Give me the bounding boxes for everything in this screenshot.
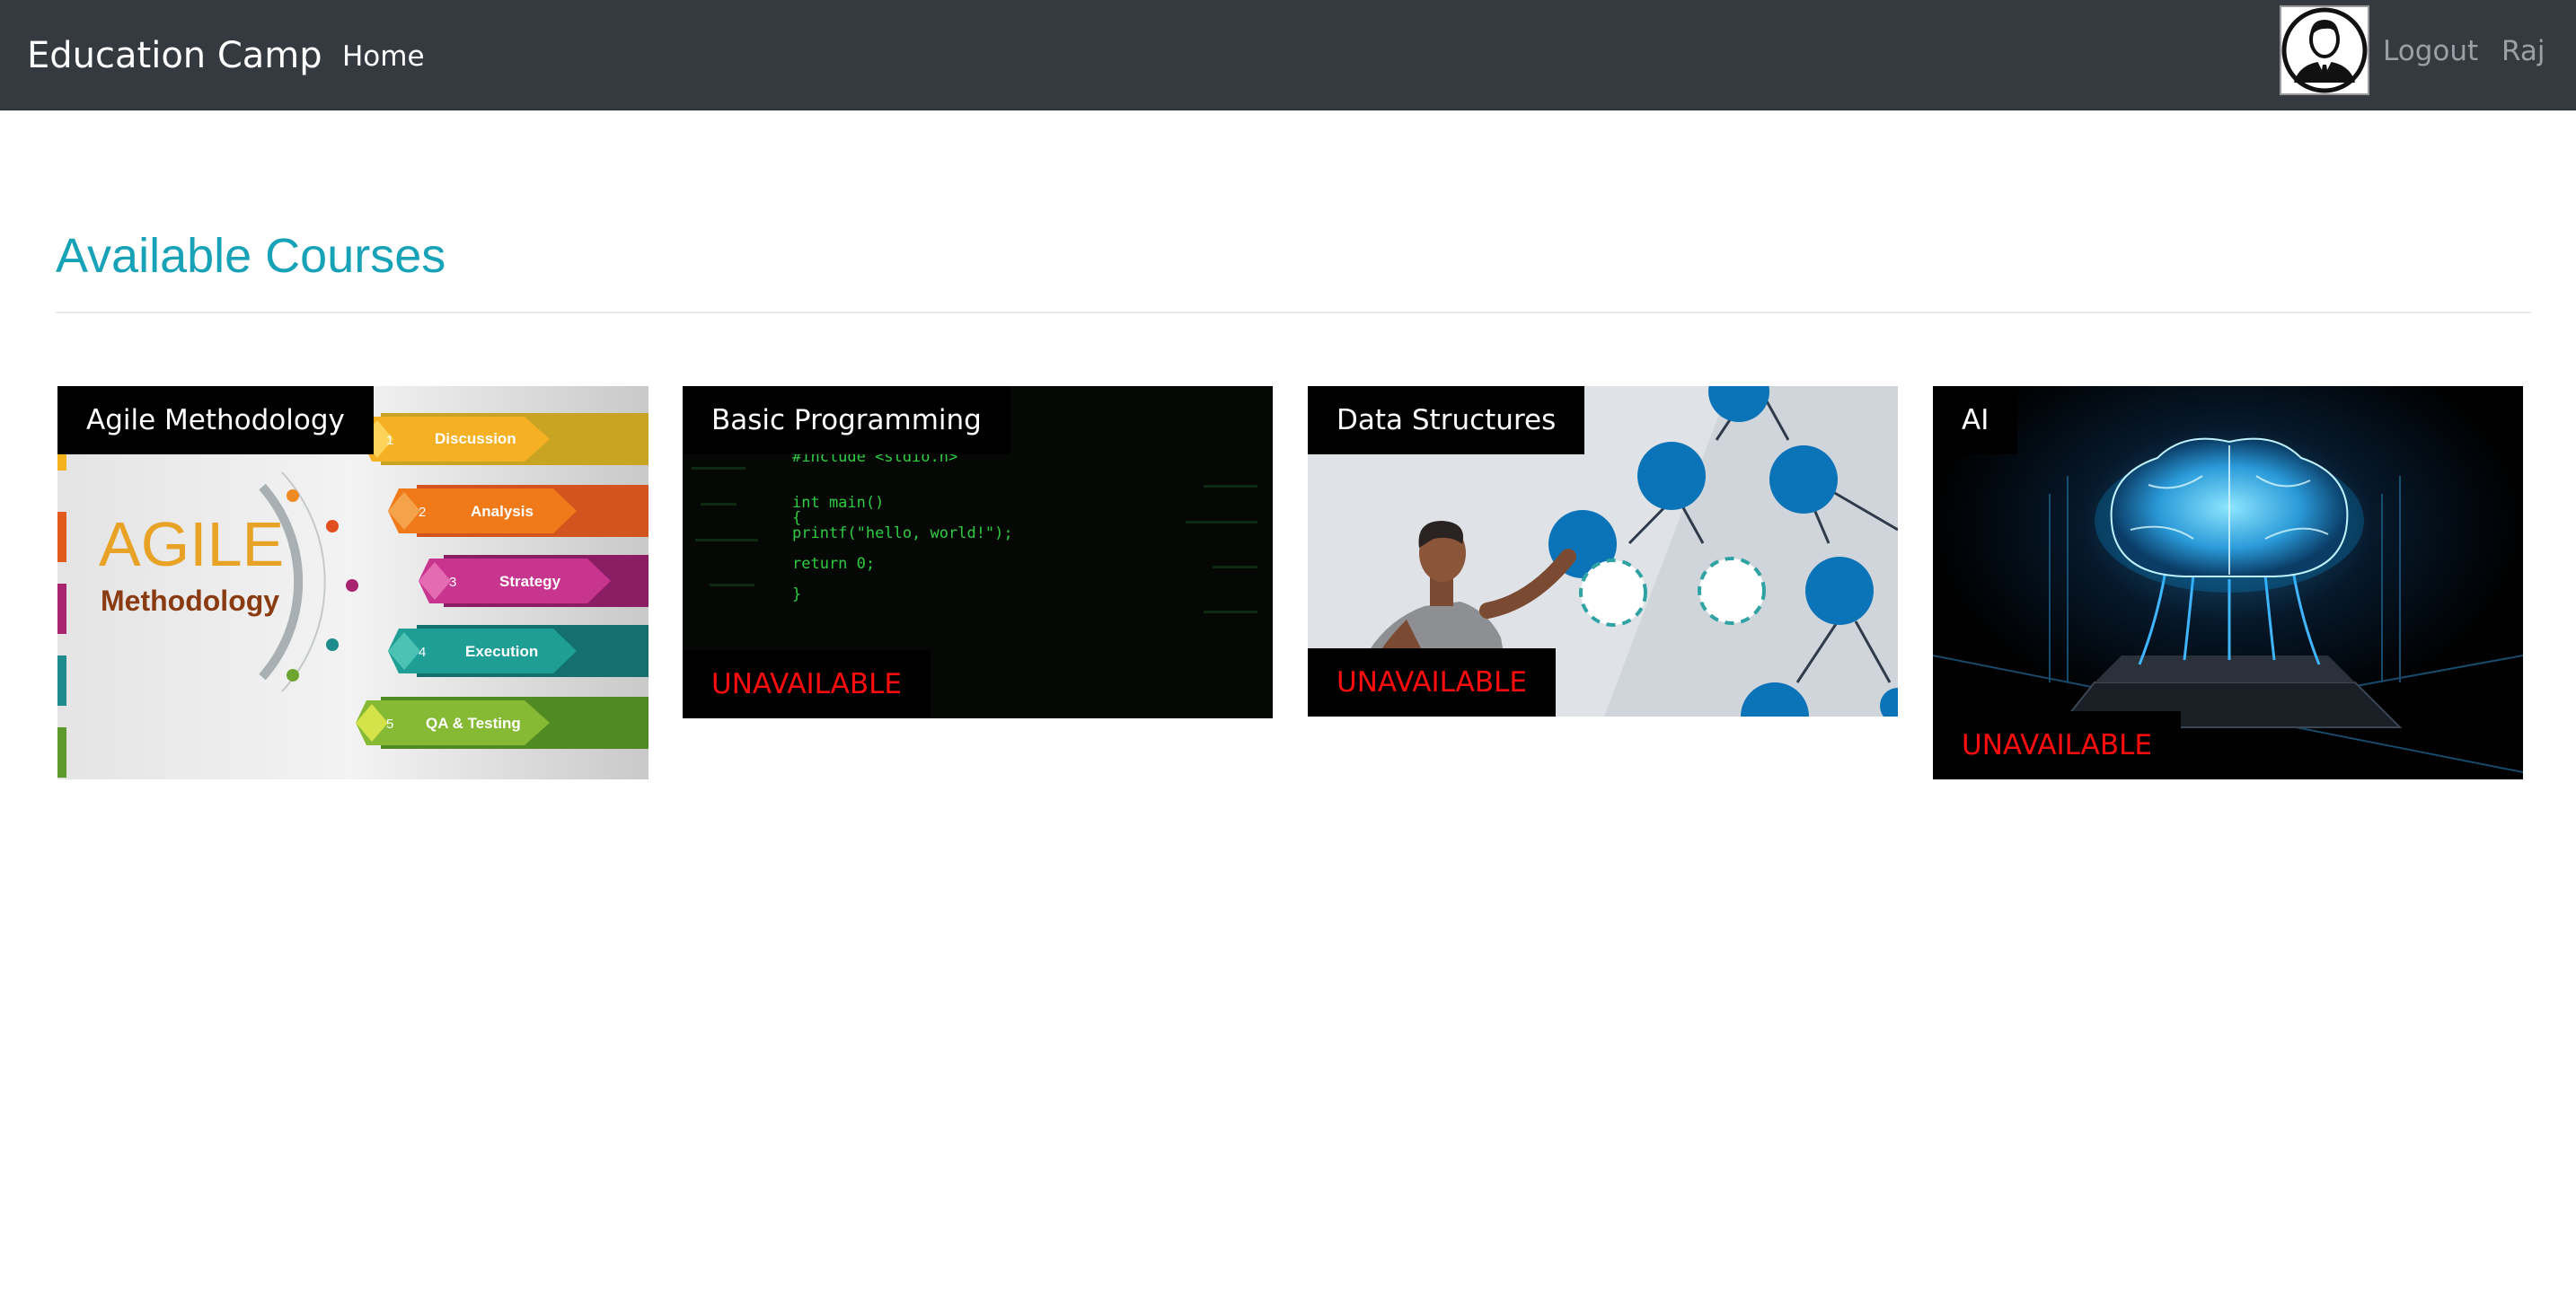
page-title: Available Courses bbox=[56, 229, 446, 283]
agile-step-n-5: 5 bbox=[386, 717, 393, 732]
username-link[interactable]: Raj bbox=[2501, 31, 2545, 72]
agile-step-4: Execution bbox=[465, 643, 538, 660]
agile-subline: Methodology bbox=[101, 585, 279, 617]
agile-step-n-4: 4 bbox=[419, 645, 426, 660]
status-badge: UNAVAILABLE bbox=[683, 650, 931, 718]
status-badge: UNAVAILABLE bbox=[1933, 711, 2181, 779]
course-title: Agile Methodology bbox=[57, 386, 374, 454]
code-line-3: int main() bbox=[792, 494, 884, 512]
avatar[interactable] bbox=[2280, 5, 2369, 95]
course-card-data-structures[interactable]: Data Structures UNAVAILABLE bbox=[1308, 386, 1898, 717]
brand-link[interactable]: Education Camp bbox=[27, 31, 322, 81]
agile-step-5: QA & Testing bbox=[426, 715, 521, 732]
agile-step-n-1: 1 bbox=[386, 433, 393, 448]
course-card-basic-programming[interactable]: #include <stdio.h> int main() { printf("… bbox=[683, 386, 1273, 718]
agile-step-2: Analysis bbox=[471, 503, 534, 520]
course-title: Basic Programming bbox=[683, 386, 1010, 454]
code-line-5: printf("hello, world!"); bbox=[792, 524, 1013, 542]
course-card-agile[interactable]: AGILE Methodology 1 Discussion 2 Analysi… bbox=[57, 386, 648, 779]
agile-step-n-3: 3 bbox=[449, 575, 456, 590]
agile-step-3: Strategy bbox=[499, 573, 561, 590]
code-line-7: } bbox=[792, 585, 801, 603]
top-navbar: Education Camp Home Logout Raj bbox=[0, 0, 2576, 110]
logout-link[interactable]: Logout bbox=[2383, 31, 2478, 72]
title-divider bbox=[56, 312, 2531, 313]
agile-step-1: Discussion bbox=[435, 430, 516, 447]
code-line-6: return 0; bbox=[792, 555, 875, 573]
status-badge: UNAVAILABLE bbox=[1308, 648, 1556, 717]
nav-home-link[interactable]: Home bbox=[342, 36, 425, 77]
course-title: Data Structures bbox=[1308, 386, 1585, 454]
agile-headline: AGILE bbox=[99, 509, 284, 579]
course-title: AI bbox=[1933, 386, 2018, 454]
user-avatar-icon bbox=[2281, 7, 2368, 93]
course-card-ai[interactable]: AI UNAVAILABLE bbox=[1933, 386, 2523, 779]
agile-step-n-2: 2 bbox=[419, 505, 426, 520]
